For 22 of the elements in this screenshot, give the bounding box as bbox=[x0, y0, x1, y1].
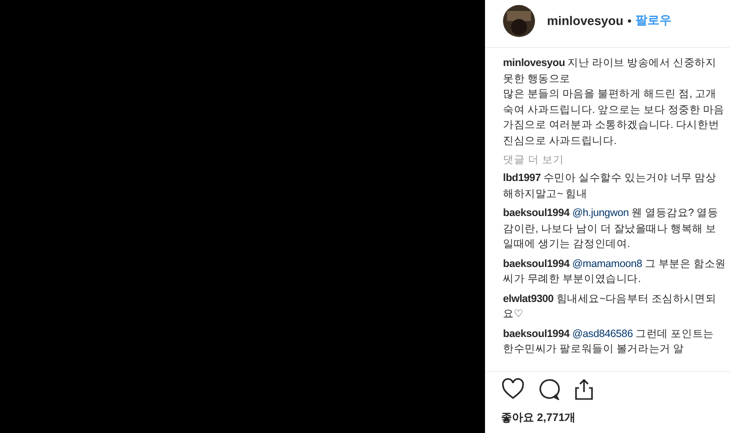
username-link[interactable]: elwlat9300 bbox=[503, 292, 554, 304]
username-link[interactable]: baeksoul1994 bbox=[503, 207, 570, 219]
comment-text: lbd1997 수민아 실수할수 있는거야 너무 맘상해하지말고~ 힘내 bbox=[503, 171, 718, 202]
comment-text: baeksoul1994 @h.jungwon 웬 열등감요? 열등감이란, 나보다 남이 더 잘났을때나 행복해 보일때에 생기는 감정인데여. bbox=[503, 206, 720, 252]
username-link[interactable]: minlovesyou bbox=[503, 57, 565, 69]
comment-icon[interactable] bbox=[537, 378, 561, 400]
mention-link[interactable]: @h.jungwon bbox=[572, 207, 629, 219]
caption-text: minlovesyou 지난 라이브 방송에서 신중하지 못한 행동으로 많은 분들의 마음을 불편하게 해드린 점, 고개숙여 사과드립니다. 앞으로는 보다 정중한 마음가짐으로 여러분과 소통하겠습니다. 다시한번 진심으로 사과드립니다. bbox=[503, 56, 726, 148]
separator-dot: • bbox=[627, 14, 632, 28]
mention-link[interactable]: @asd846586 bbox=[572, 328, 633, 340]
comment-text: baeksoul1994 @asd846586 그런데 포인트는 한수민씨가 팔로워들이 볼거라는거 알 bbox=[503, 326, 715, 357]
comment-text: elwlat9300 힘내세요~다음부터 조심하시면되요♡ bbox=[503, 292, 718, 322]
comment-text: baeksoul1994 @mamamoon8 그 부분은 함소원씨가 무례한 부분이였습니다. bbox=[503, 256, 726, 287]
likes-count[interactable]: 좋아요 2,771개 bbox=[485, 402, 730, 433]
username-link[interactable]: baeksoul1994 bbox=[503, 258, 570, 270]
username-link[interactable]: baeksoul1994 bbox=[503, 328, 570, 340]
username-link[interactable]: minlovesyou bbox=[547, 14, 624, 28]
mention-link[interactable]: @mamamoon8 bbox=[572, 258, 642, 270]
avatar[interactable] bbox=[503, 4, 535, 36]
share-icon[interactable] bbox=[573, 378, 595, 400]
username-link[interactable]: lbd1997 bbox=[503, 172, 541, 184]
heart-icon[interactable] bbox=[501, 378, 525, 400]
